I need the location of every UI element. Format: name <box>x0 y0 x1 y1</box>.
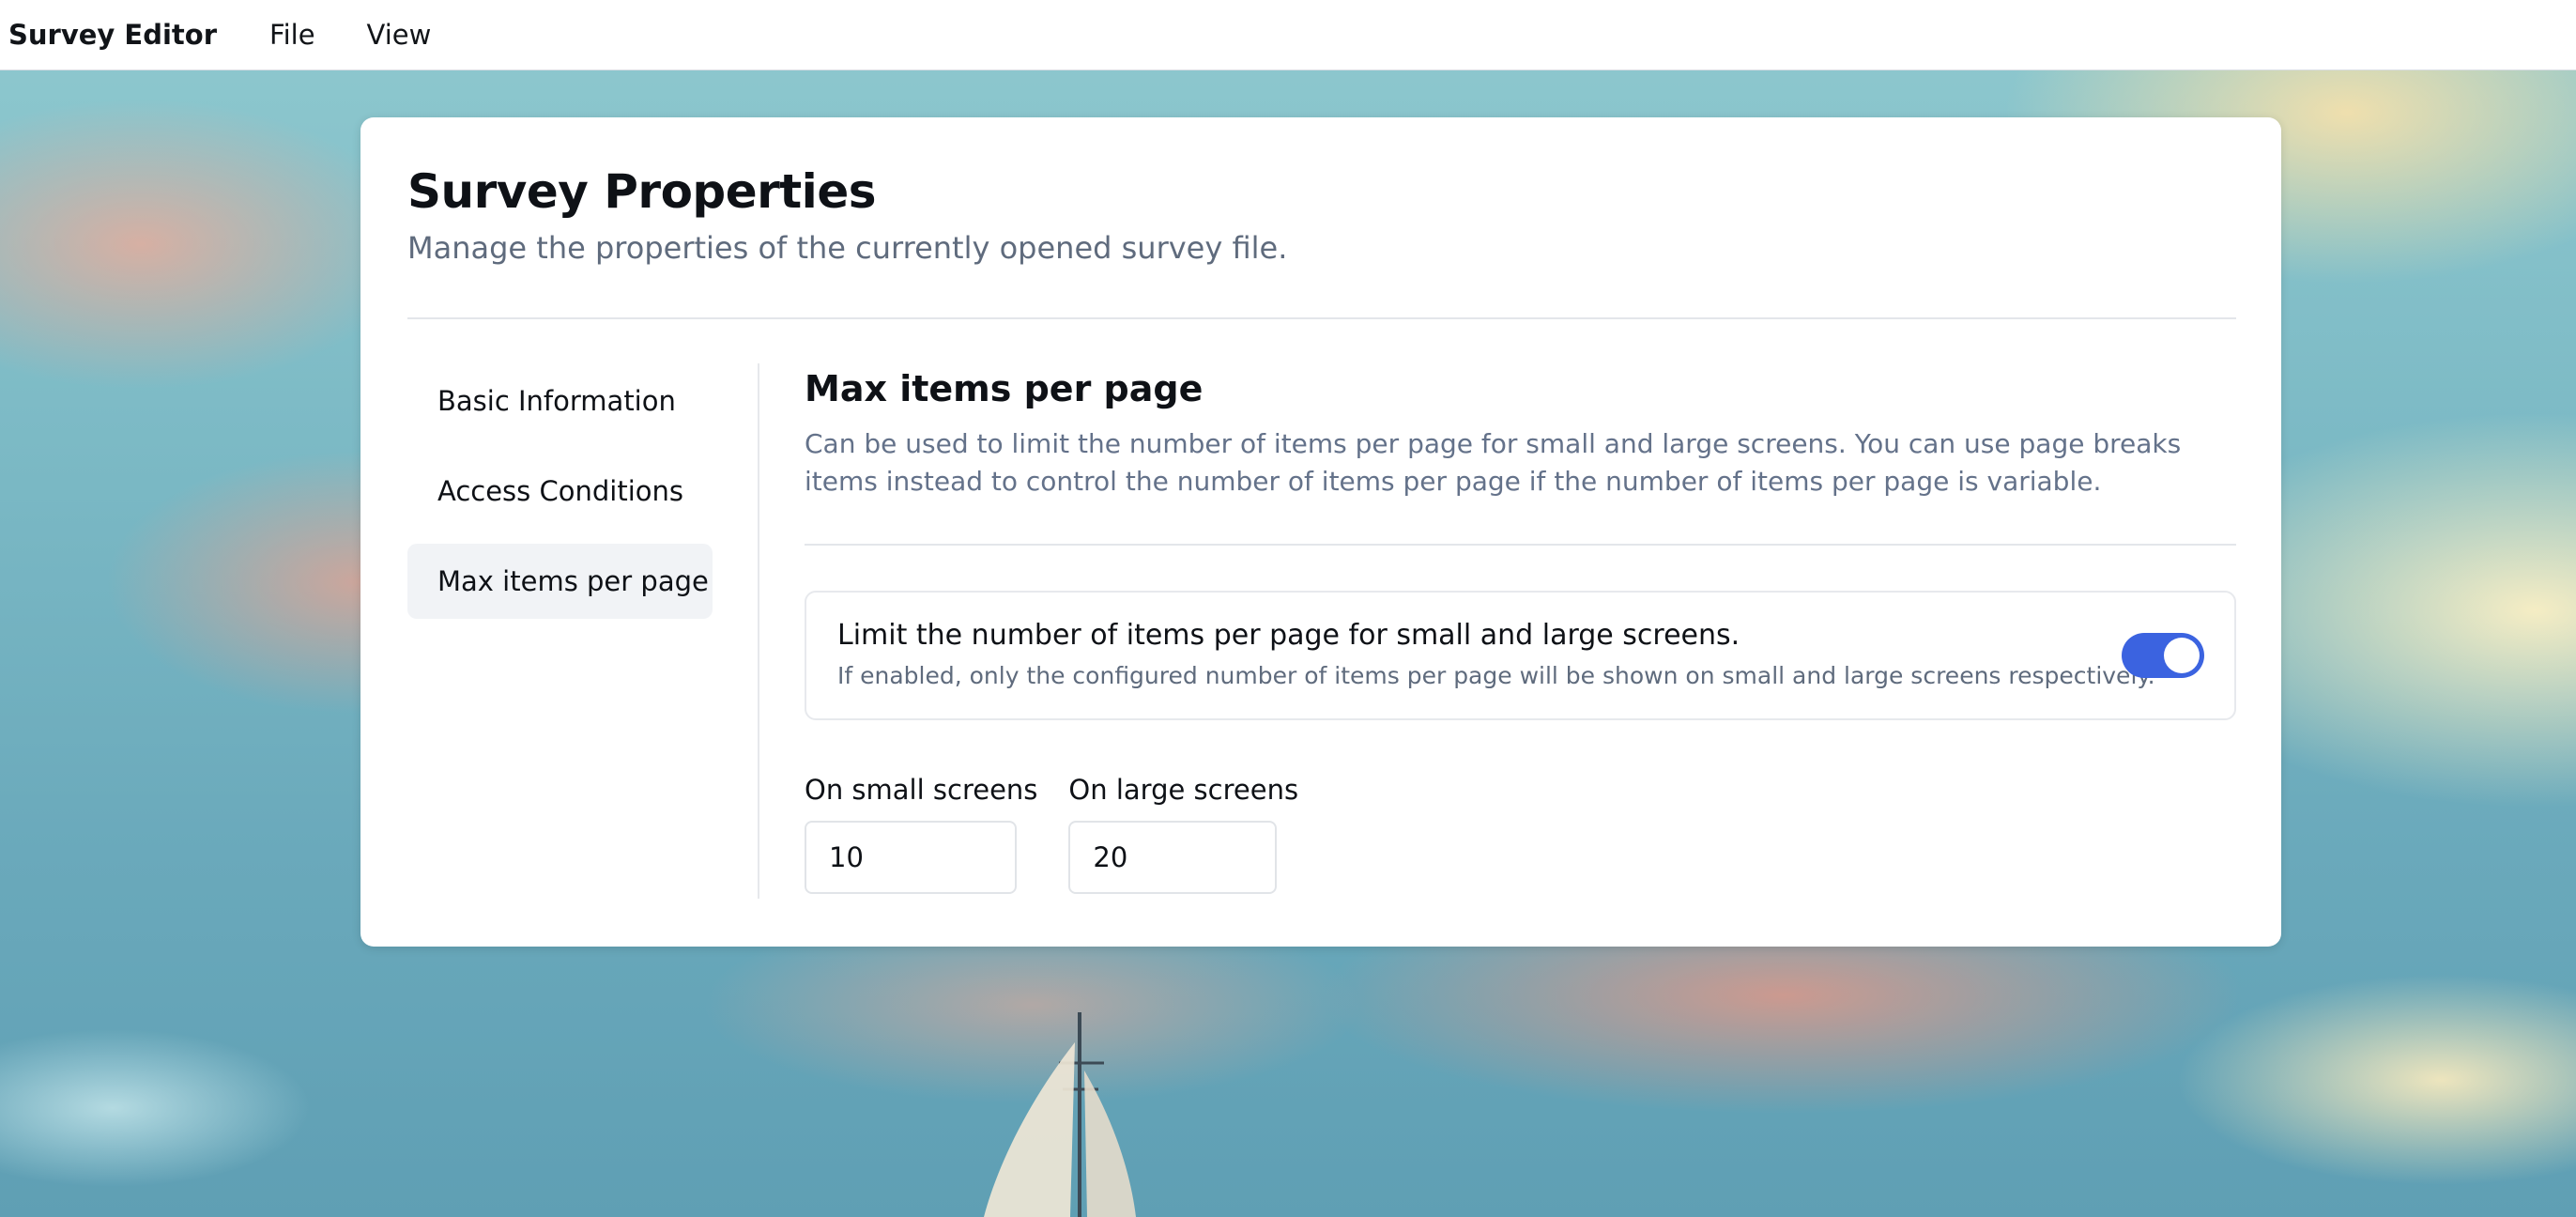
limit-toggle-label: Limit the number of items per page for s… <box>837 619 1740 652</box>
menu-view[interactable]: View <box>367 19 432 51</box>
toggle-knob <box>2164 638 2200 673</box>
section-divider <box>805 544 2236 546</box>
menu-file[interactable]: File <box>269 19 315 51</box>
properties-sidenav: Basic Information Access Conditions Max … <box>407 363 713 634</box>
page-subtitle: Manage the properties of the currently o… <box>407 230 1288 266</box>
section-description: Can be used to limit the number of items… <box>805 428 2182 497</box>
sidenav-item-basic-information[interactable]: Basic Information <box>407 363 713 439</box>
large-screens-input[interactable] <box>1068 821 1278 894</box>
items-per-page-fields: On small screens On large screens <box>805 771 2236 894</box>
section-title: Max items per page <box>805 368 1204 409</box>
page-title: Survey Properties <box>407 164 877 219</box>
menu-bar: Survey Editor File View <box>0 0 2576 70</box>
limit-toggle-card: Limit the number of items per page for s… <box>805 591 2236 720</box>
ship-illustration <box>984 1012 1136 1217</box>
survey-properties-card: Survey Properties Manage the properties … <box>360 117 2281 947</box>
sidenav-item-max-items-per-page[interactable]: Max items per page <box>407 544 713 619</box>
limit-toggle-hint: If enabled, only the configured number o… <box>837 662 2155 689</box>
header-divider <box>407 317 2236 319</box>
nav-divider <box>758 363 759 899</box>
limit-toggle-switch[interactable] <box>2122 633 2204 678</box>
small-screens-label: On small screens <box>805 774 1038 806</box>
max-items-section: Max items per page Can be used to limit … <box>805 363 2236 894</box>
app-title: Survey Editor <box>8 19 218 51</box>
large-screens-field: On large screens <box>1068 771 1298 894</box>
small-screens-field: On small screens <box>805 771 1037 894</box>
large-screens-label: On large screens <box>1068 774 1299 806</box>
small-screens-input[interactable] <box>805 821 1017 894</box>
sidenav-item-access-conditions[interactable]: Access Conditions <box>407 454 713 529</box>
